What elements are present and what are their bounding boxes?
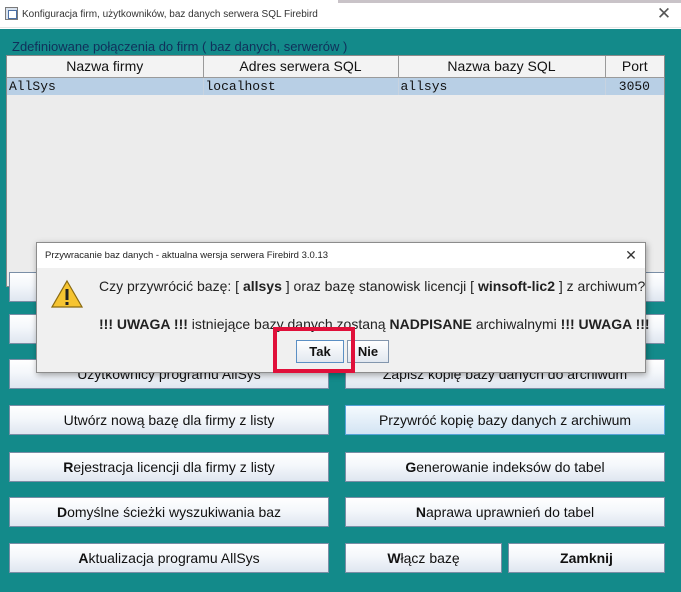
cell-database[interactable]: allsys [398, 77, 606, 95]
question-part-1: Czy przywrócić bazę: [ [99, 278, 243, 294]
warning-suffix: !!! UWAGA !!! [560, 316, 650, 332]
perms-mnemonic: N [415, 504, 426, 520]
app-icon [5, 7, 18, 20]
cell-company[interactable]: AllSys [7, 77, 204, 95]
no-button[interactable]: Nie [347, 340, 389, 363]
license-label: ejestracja licencji dla firmy z listy [73, 459, 275, 475]
background-strip [338, 0, 681, 3]
indexes-mnemonic: G [405, 459, 417, 475]
repair-permissions-button[interactable]: Naprawa uprawnień do tabel [345, 497, 665, 527]
indexes-label: enerowanie indeksów do tabel [416, 459, 605, 475]
window-title: Konfiguracja firm, użytkowników, baz dan… [22, 9, 318, 20]
warning-part-1: istniejące bazy danych zostaną [187, 316, 390, 332]
warning-prefix: !!! UWAGA !!! [99, 316, 188, 332]
warning-part-2: archiwalnymi [471, 316, 561, 332]
license-mnemonic: R [63, 459, 74, 475]
question-part-2: ] oraz bazę stanowisk licencji [ [281, 278, 478, 294]
close-mnemonic: Z [560, 550, 569, 566]
license-registration-button[interactable]: Rejestracja licencji dla firmy z listy [9, 452, 329, 482]
question-part-3: ] z archiwum? [554, 278, 646, 294]
attach-database-button[interactable]: Włącz bazę [345, 543, 502, 573]
table-row[interactable]: AllSys localhost allsys 3050 [7, 77, 664, 95]
generate-indexes-button[interactable]: Generowanie indeksów do tabel [345, 452, 665, 482]
window-titlebar: Konfiguracja firm, użytkowników, baz dan… [0, 0, 681, 28]
update-label: ktualizacja programu AllSys [88, 550, 260, 566]
perms-label: aprawa uprawnień do tabel [426, 504, 595, 520]
cell-port[interactable]: 3050 [605, 77, 664, 95]
column-header-company[interactable]: Nazwa firmy [7, 56, 204, 78]
question-db-name: allsys [242, 278, 282, 294]
yes-button[interactable]: Tak [296, 340, 344, 363]
close-label: amknij [568, 550, 613, 566]
restore-backup-button[interactable]: Przywróć kopię bazy danych z archiwum [345, 405, 665, 435]
question-license-db: winsoft-lic2 [477, 278, 555, 294]
cell-server[interactable]: localhost [203, 77, 399, 95]
restore-confirm-dialog: Przywracanie baz danych - aktualna wersj… [36, 242, 650, 373]
column-header-database[interactable]: Nazwa bazy SQL [397, 56, 606, 78]
dialog-question: Czy przywrócić bazę: [ allsys ] oraz baz… [99, 278, 645, 294]
window-close-icon[interactable]: ✕ [647, 0, 681, 28]
paths-label: omyślne ścieżki wyszukiwania baz [67, 504, 282, 520]
enable-mnemonic: W [387, 550, 401, 566]
update-program-button[interactable]: Aktualizacja programu AllSys [9, 543, 329, 573]
dialog-warning-text: !!! UWAGA !!! istniejące bazy danych zos… [99, 316, 650, 332]
default-paths-button[interactable]: Domyślne ścieżki wyszukiwania baz [9, 497, 329, 527]
warning-overwrite: NADPISANE [389, 316, 472, 332]
warning-icon [51, 279, 83, 308]
connections-group-label: Zdefiniowane połączenia do firm ( baz da… [12, 39, 348, 54]
create-database-button[interactable]: Utwórz nową bazę dla firmy z listy [9, 405, 329, 435]
column-header-server[interactable]: Adres serwera SQL [202, 56, 399, 78]
update-mnemonic: A [78, 550, 89, 566]
dialog-close-icon[interactable]: ✕ [621, 243, 641, 268]
dialog-title: Przywracanie baz danych - aktualna wersj… [37, 243, 645, 268]
paths-mnemonic: D [56, 504, 68, 520]
enable-label: łącz bazę [400, 550, 460, 566]
column-header-port[interactable]: Port [604, 56, 664, 78]
close-button[interactable]: Zamknij [508, 543, 665, 573]
